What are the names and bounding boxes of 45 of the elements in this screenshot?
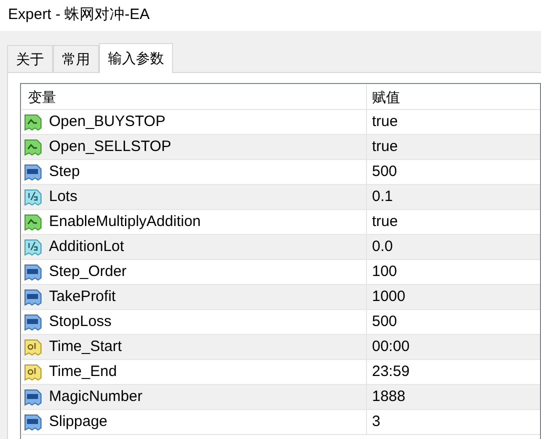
parameter-value[interactable]: 100 [372, 260, 398, 284]
integer-type-icon [24, 263, 42, 281]
parameter-value[interactable]: 0.0 [372, 236, 393, 258]
parameter-value[interactable]: true [372, 110, 398, 134]
parameter-value[interactable]: 1000 [372, 286, 406, 308]
tab[interactable]: 输入参数 [99, 43, 173, 73]
parameter-value[interactable]: true [372, 210, 398, 234]
column-header[interactable]: 赋值 [367, 85, 540, 109]
parameter-name: AdditionLot [49, 236, 124, 257]
integer-type-icon [24, 163, 42, 181]
fraction-type-icon [24, 188, 42, 206]
parameter-name: EnableMultiplyAddition [49, 212, 201, 232]
parameter-name: Time_End [49, 362, 117, 382]
parameter-name: Step [49, 162, 80, 182]
integer-type-icon [24, 413, 42, 431]
parameter-name: StopLoss [49, 312, 112, 332]
switch-type-icon [24, 113, 42, 131]
integer-type-icon [24, 288, 42, 306]
parameter-name: MagicNumber [49, 386, 142, 407]
parameter-value[interactable]: 00:00 [372, 336, 410, 358]
parameter-name: Time_Start [49, 336, 122, 357]
text-type-icon [24, 363, 42, 381]
parameter-value[interactable]: 1888 [372, 386, 406, 408]
switch-type-icon [24, 213, 42, 231]
integer-type-icon [24, 313, 42, 331]
switch-type-icon [24, 138, 42, 156]
tab[interactable]: 关于 [7, 45, 53, 72]
column-header[interactable]: 变量 [22, 85, 367, 109]
parameter-value[interactable]: 500 [372, 160, 398, 184]
parameter-value[interactable]: 3 [372, 410, 380, 434]
parameter-name: Slippage [49, 412, 108, 432]
parameter-value[interactable]: 500 [372, 310, 398, 334]
parameter-name: Open_BUYSTOP [49, 112, 166, 132]
parameter-name: TakeProfit [49, 286, 116, 307]
tab[interactable]: 常用 [53, 45, 99, 72]
integer-type-icon [24, 388, 42, 406]
fraction-type-icon [24, 238, 42, 256]
parameter-name: Open_SELLSTOP [49, 136, 172, 157]
parameter-name: Step_Order [49, 262, 127, 282]
parameter-value[interactable]: 0.1 [372, 186, 393, 208]
parameter-value[interactable]: 23:59 [372, 360, 410, 384]
parameter-value[interactable]: true [372, 136, 398, 158]
parameter-name: Lots [49, 186, 78, 207]
text-type-icon [24, 338, 42, 356]
window-title: Expert - 蛛网对冲-EA [8, 5, 150, 26]
